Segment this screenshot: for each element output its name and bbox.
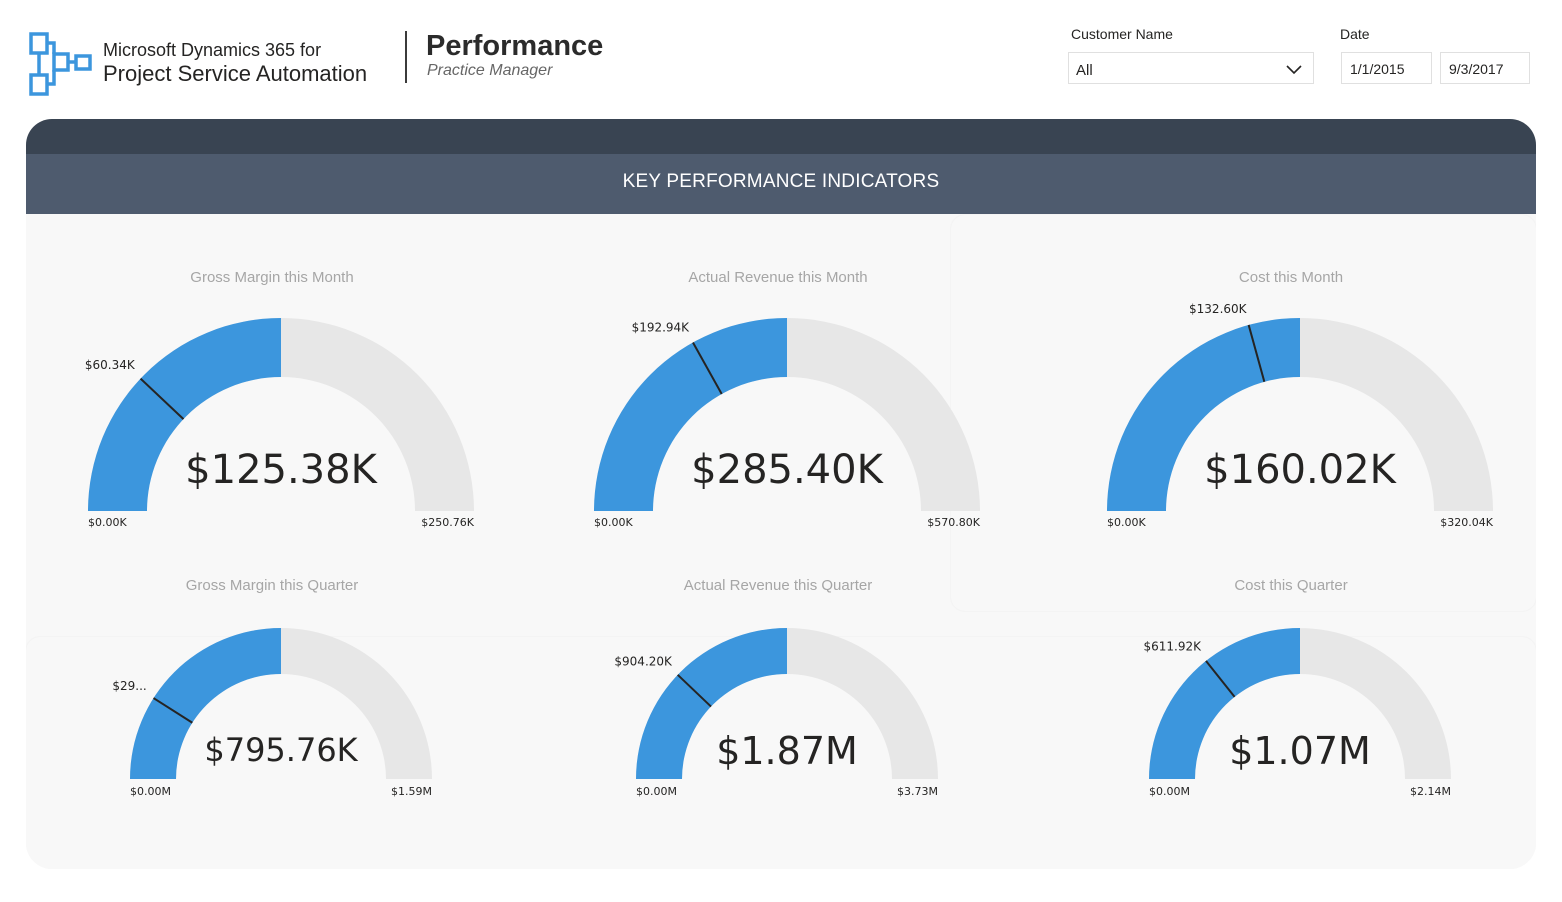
- gauge-max-label-revenue-quarter: $3.73M: [897, 785, 938, 798]
- gauge-target-label-revenue-month: $192.94K: [632, 320, 691, 334]
- gauge-value-gross-margin-month: $125.38K: [185, 447, 378, 493]
- gauge-target-label-cost-month: $132.60K: [1189, 302, 1248, 316]
- gauge-value-gross-margin-quarter: $795.76K: [204, 731, 358, 769]
- gauge-min-label-gross-margin-quarter: $0.00M: [130, 785, 171, 798]
- gauge-target-label-revenue-quarter: $904.20K: [614, 654, 673, 668]
- gauge-target-label-gross-margin-quarter: $29...: [112, 679, 146, 693]
- gauge-min-label-revenue-quarter: $0.00M: [636, 785, 677, 798]
- gauge-cost-quarter: $611.92K $1.07M $0.00M $2.14M: [1143, 628, 1451, 798]
- gauge-value-revenue-month: $285.40K: [691, 447, 884, 493]
- gauge-max-label-revenue-month: $570.80K: [927, 516, 980, 529]
- gauge-target-label-gross-margin-month: $60.34K: [85, 358, 136, 372]
- gauge-min-label-gross-margin-month: $0.00K: [88, 516, 127, 529]
- gauge-revenue-month: $192.94K $285.40K $0.00K $570.80K: [594, 318, 981, 529]
- gauge-gross-margin-month: $60.34K $125.38K $0.00K $250.76K: [85, 318, 475, 529]
- gauge-max-label-gross-margin-month: $250.76K: [421, 516, 474, 529]
- gauge-gross-margin-quarter: $29... $795.76K $0.00M $1.59M: [112, 628, 432, 798]
- gauges-canvas: $60.34K $125.38K $0.00K $250.76K $192.94K $28…: [85, 302, 1494, 798]
- gauge-cost-month: $132.60K $160.02K $0.00K $320.04K: [1107, 302, 1494, 529]
- gauge-max-label-cost-month: $320.04K: [1440, 516, 1493, 529]
- gauge-max-label-gross-margin-quarter: $1.59M: [391, 785, 432, 798]
- gauge-min-label-cost-quarter: $0.00M: [1149, 785, 1190, 798]
- gauge-min-label-cost-month: $0.00K: [1107, 516, 1146, 529]
- gauge-min-label-revenue-month: $0.00K: [594, 516, 633, 529]
- gauge-value-revenue-quarter: $1.87M: [716, 729, 858, 773]
- gauge-value-cost-month: $160.02K: [1204, 447, 1397, 493]
- gauge-target-label-cost-quarter: $611.92K: [1143, 640, 1202, 654]
- gauge-revenue-quarter: $904.20K $1.87M $0.00M $3.73M: [614, 628, 938, 798]
- gauge-max-label-cost-quarter: $2.14M: [1410, 785, 1451, 798]
- gauge-value-cost-quarter: $1.07M: [1229, 729, 1371, 773]
